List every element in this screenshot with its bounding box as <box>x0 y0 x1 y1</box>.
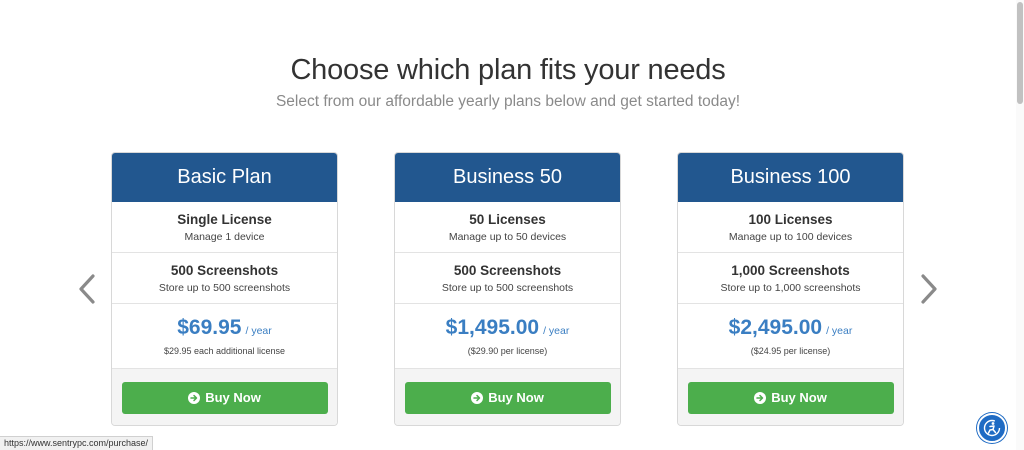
price: $69.95 <box>177 316 242 339</box>
price-block: $2,495.00 / year ($24.95 per license) <box>678 304 903 369</box>
license-desc: Manage 1 device <box>184 230 265 243</box>
license-desc: Manage up to 50 devices <box>448 230 567 243</box>
chevron-left-icon <box>79 274 95 304</box>
buy-now-button[interactable]: Buy Now <box>687 381 894 414</box>
screenshots-title: 500 Screenshots <box>170 262 279 278</box>
carousel-prev-button[interactable] <box>76 272 98 306</box>
plan-name: Business 50 <box>395 153 620 202</box>
plan-name: Business 100 <box>678 153 903 202</box>
buy-area: Buy Now <box>678 369 903 425</box>
buy-now-label: Buy Now <box>771 390 827 405</box>
license-title: 50 Licenses <box>469 211 546 227</box>
price-note: ($24.95 per license) <box>750 346 831 356</box>
price-period: / year <box>543 325 570 337</box>
screenshots-title: 500 Screenshots <box>453 262 562 278</box>
buy-area: Buy Now <box>112 369 337 425</box>
screenshots-feature: 1,000 Screenshots Store up to 1,000 scre… <box>678 253 903 304</box>
price-period: / year <box>245 325 272 337</box>
license-feature: 100 Licenses Manage up to 100 devices <box>678 202 903 253</box>
price-block: $69.95 / year $29.95 each additional lic… <box>112 304 337 369</box>
buy-now-label: Buy Now <box>205 390 261 405</box>
accessibility-icon <box>983 419 1001 437</box>
screenshots-desc: Store up to 500 screenshots <box>441 281 574 294</box>
plan-card-business-100: Business 100 100 Licenses Manage up to 1… <box>677 152 904 426</box>
status-bar-url: https://www.sentrypc.com/purchase/ <box>0 436 154 450</box>
page-subtitle: Select from our affordable yearly plans … <box>275 93 741 110</box>
vertical-scrollbar[interactable] <box>1016 0 1024 450</box>
price-block: $1,495.00 / year ($29.90 per license) <box>395 304 620 369</box>
license-title: Single License <box>177 211 272 227</box>
buy-now-button[interactable]: Buy Now <box>404 381 611 414</box>
price-note: $29.95 each additional license <box>163 346 286 356</box>
scrollbar-thumb[interactable] <box>1017 2 1023 104</box>
screenshots-feature: 500 Screenshots Store up to 500 screensh… <box>112 253 337 304</box>
screenshots-desc: Store up to 500 screenshots <box>158 281 291 294</box>
license-desc: Manage up to 100 devices <box>728 230 853 243</box>
buy-now-button[interactable]: Buy Now <box>121 381 328 414</box>
arrow-circle-right-icon <box>754 391 767 404</box>
screenshots-feature: 500 Screenshots Store up to 500 screensh… <box>395 253 620 304</box>
arrow-circle-right-icon <box>188 391 201 404</box>
screenshots-title: 1,000 Screenshots <box>731 262 850 278</box>
screenshots-desc: Store up to 1,000 screenshots <box>720 281 861 294</box>
license-title: 100 Licenses <box>748 211 833 227</box>
plan-card-basic: Basic Plan Single License Manage 1 devic… <box>111 152 338 426</box>
price-period: / year <box>826 325 853 337</box>
price: $2,495.00 <box>728 316 823 339</box>
license-feature: Single License Manage 1 device <box>112 202 337 253</box>
price: $1,495.00 <box>445 316 540 339</box>
plan-name: Basic Plan <box>112 153 337 202</box>
chevron-right-icon <box>921 274 937 304</box>
buy-now-label: Buy Now <box>488 390 544 405</box>
plan-card-business-50: Business 50 50 Licenses Manage up to 50 … <box>394 152 621 426</box>
buy-area: Buy Now <box>395 369 620 425</box>
license-feature: 50 Licenses Manage up to 50 devices <box>395 202 620 253</box>
page-title: Choose which plan fits your needs <box>290 54 726 86</box>
carousel-next-button[interactable] <box>918 272 940 306</box>
arrow-circle-right-icon <box>471 391 484 404</box>
accessibility-button[interactable] <box>977 413 1007 443</box>
price-note: ($29.90 per license) <box>467 346 548 356</box>
pricing-page: Choose which plan fits your needs Select… <box>0 0 1024 450</box>
